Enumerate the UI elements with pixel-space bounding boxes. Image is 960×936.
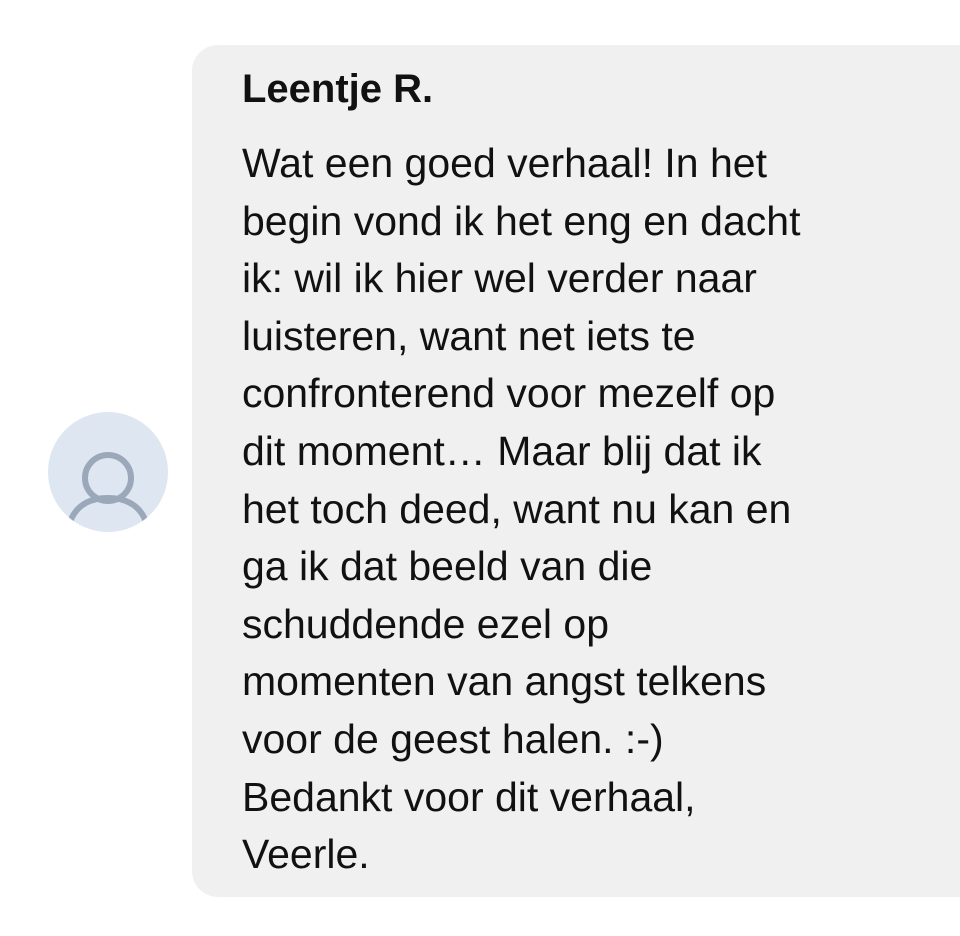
comment-text-line: dit moment… Maar blij dat ik [242,427,762,474]
comment-text-line: Wat een goed verhaal! In het [242,140,767,186]
comment-text: Wat een goed verhaal! In het begin vond … [242,135,930,884]
comment-text-line: begin vond ik het eng en dacht [242,197,801,244]
comment-text-line: Veerle. [242,831,370,878]
comment-text-line: voor de geest halen. :-) [242,715,664,762]
comment-text-line: confronterend voor mezelf op [242,370,776,417]
comment-text-line: schuddende ezel op [242,600,610,647]
comment-text-line: momenten van angst telkens [242,658,767,705]
comment-text-line: Bedankt voor dit verhaal, [242,773,696,820]
comment-text-line: ik: wil ik hier wel verder naar [242,255,757,302]
comment-author[interactable]: Leentje R. [242,65,930,113]
comment-text-line: het toch deed, want nu kan en [242,485,792,532]
user-icon [65,452,151,532]
comment-text-line: ga ik dat beeld van die [242,543,653,590]
comment-bubble: Leentje R. Wat een goed verhaal! In het … [192,45,960,897]
comment-text-line: luisteren, want net iets te [242,312,696,359]
avatar[interactable] [48,412,168,532]
